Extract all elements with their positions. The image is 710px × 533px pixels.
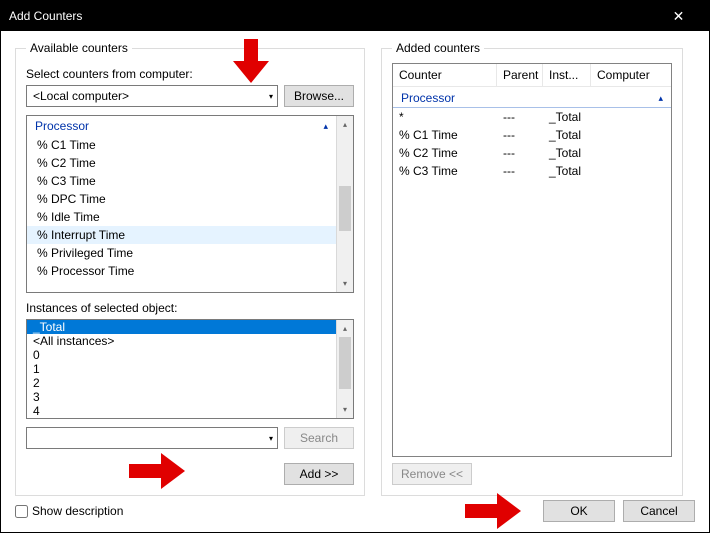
table-cell: _Total	[543, 145, 591, 161]
ok-button[interactable]: OK	[543, 500, 615, 522]
add-button[interactable]: Add >>	[284, 463, 354, 485]
chevron-down-icon: ▾	[269, 92, 273, 101]
added-group-label: Processor	[401, 91, 455, 105]
table-cell: *	[393, 109, 497, 125]
instance-item[interactable]: 3	[27, 390, 336, 404]
search-button[interactable]: Search	[284, 427, 354, 449]
added-counters-group: Added counters CounterParentInst...Compu…	[381, 41, 683, 496]
scroll-thumb[interactable]	[339, 337, 351, 389]
counter-item[interactable]: % C2 Time	[27, 154, 336, 172]
instance-item[interactable]: <All instances>	[27, 334, 336, 348]
table-cell: _Total	[543, 127, 591, 143]
column-header-instance[interactable]: Inst...	[543, 64, 591, 86]
show-description-label: Show description	[32, 504, 123, 518]
counter-item[interactable]: % Idle Time	[27, 208, 336, 226]
scrollbar[interactable]: ▴ ▾	[336, 320, 353, 418]
column-header-parent[interactable]: Parent	[497, 64, 543, 86]
added-legend: Added counters	[392, 41, 484, 55]
table-cell: ---	[497, 127, 543, 143]
instances-listbox[interactable]: _Total<All instances>012345 ▴ ▾	[26, 319, 354, 419]
column-header-counter[interactable]: Counter	[393, 64, 497, 86]
title-bar: Add Counters ✕	[1, 1, 709, 31]
instances-label: Instances of selected object:	[26, 301, 354, 315]
table-row[interactable]: % C2 Time---_Total	[393, 144, 671, 162]
counter-item[interactable]: % C3 Time	[27, 172, 336, 190]
table-row[interactable]: *---_Total	[393, 108, 671, 126]
chevron-up-icon: ▴	[658, 93, 663, 104]
scrollbar[interactable]: ▴ ▾	[336, 116, 353, 292]
window-title: Add Counters	[9, 9, 82, 23]
instance-item[interactable]: 0	[27, 348, 336, 362]
counter-item[interactable]: % Processor Time	[27, 262, 336, 280]
computer-select[interactable]: <Local computer> ▾	[26, 85, 278, 107]
scroll-thumb[interactable]	[339, 186, 351, 231]
cancel-button[interactable]: Cancel	[623, 500, 695, 522]
show-description-checkbox[interactable]: Show description	[15, 504, 123, 518]
table-cell	[591, 163, 671, 179]
counter-category-label: Processor	[35, 119, 89, 133]
computer-select-value: <Local computer>	[33, 89, 129, 103]
instance-item[interactable]: _Total	[27, 320, 336, 334]
scroll-up-icon[interactable]: ▴	[337, 320, 353, 337]
browse-button[interactable]: Browse...	[284, 85, 354, 107]
table-cell: _Total	[543, 109, 591, 125]
available-legend: Available counters	[26, 41, 132, 55]
scroll-down-icon[interactable]: ▾	[337, 275, 353, 292]
added-group-header[interactable]: Processor ▴	[393, 89, 671, 108]
instance-item[interactable]: 4	[27, 404, 336, 418]
scroll-up-icon[interactable]: ▴	[337, 116, 353, 133]
table-cell: ---	[497, 145, 543, 161]
counter-item[interactable]: % DPC Time	[27, 190, 336, 208]
select-computer-label: Select counters from computer:	[26, 67, 354, 81]
table-cell: ---	[497, 163, 543, 179]
show-description-input[interactable]	[15, 505, 28, 518]
scroll-down-icon[interactable]: ▾	[337, 401, 353, 418]
table-cell	[591, 127, 671, 143]
table-cell: % C1 Time	[393, 127, 497, 143]
available-counters-group: Available counters Select counters from …	[15, 41, 365, 496]
instance-item[interactable]: 1	[27, 362, 336, 376]
table-row[interactable]: % C1 Time---_Total	[393, 126, 671, 144]
table-cell: % C2 Time	[393, 145, 497, 161]
table-row[interactable]: % C3 Time---_Total	[393, 162, 671, 180]
counter-category-header[interactable]: Processor ▴	[27, 116, 336, 136]
table-cell: % C3 Time	[393, 163, 497, 179]
table-cell	[591, 145, 671, 161]
added-table: CounterParentInst...Computer Processor ▴…	[392, 63, 672, 457]
column-header-computer[interactable]: Computer	[591, 64, 671, 86]
close-icon[interactable]: ✕	[656, 8, 701, 25]
chevron-down-icon: ▾	[269, 434, 273, 443]
counter-item[interactable]: % C1 Time	[27, 136, 336, 154]
remove-button[interactable]: Remove <<	[392, 463, 472, 485]
counter-listbox[interactable]: Processor ▴ % C1 Time% C2 Time% C3 Time%…	[26, 115, 354, 293]
instance-search-input[interactable]: ▾	[26, 427, 278, 449]
instance-item[interactable]: 2	[27, 376, 336, 390]
table-header: CounterParentInst...Computer	[393, 64, 671, 87]
table-cell	[591, 109, 671, 125]
counter-item[interactable]: % Privileged Time	[27, 244, 336, 262]
table-cell: ---	[497, 109, 543, 125]
counter-item[interactable]: % Interrupt Time	[27, 226, 336, 244]
chevron-up-icon: ▴	[323, 121, 328, 132]
table-cell: _Total	[543, 163, 591, 179]
